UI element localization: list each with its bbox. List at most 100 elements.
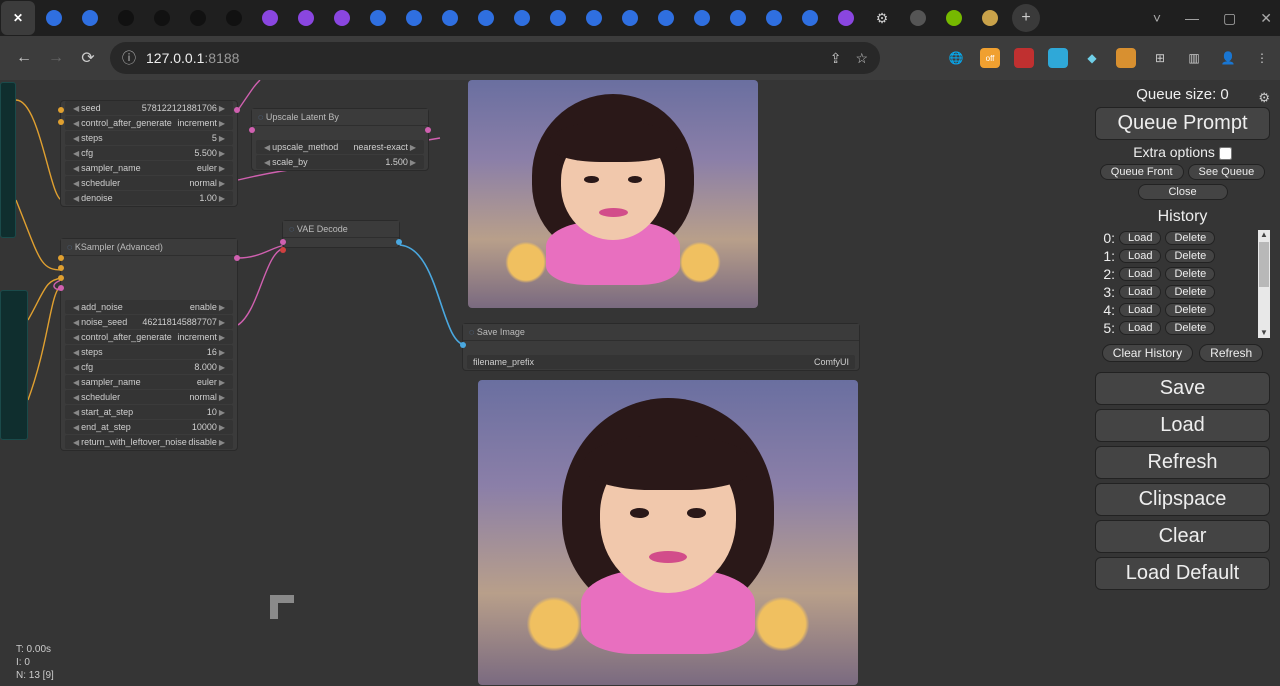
refresh-history-button[interactable]: Refresh <box>1199 344 1263 362</box>
ext-off-icon[interactable]: off <box>980 48 1000 68</box>
tab[interactable] <box>469 1 503 35</box>
history-delete-button[interactable]: Delete <box>1165 303 1215 317</box>
tab[interactable] <box>361 1 395 35</box>
history-load-button[interactable]: Load <box>1119 267 1161 281</box>
tab[interactable] <box>649 1 683 35</box>
right-arrow-icon[interactable]: ▶ <box>217 194 227 203</box>
load-button[interactable]: Load <box>1095 409 1270 442</box>
tab[interactable] <box>973 1 1007 35</box>
ext-red-icon[interactable] <box>1014 48 1034 68</box>
address-bar[interactable]: ⓘ 127.0.0.1:8188 ⇪ ☆ <box>110 42 880 74</box>
port-in[interactable] <box>58 285 64 291</box>
refresh-button[interactable]: Refresh <box>1095 446 1270 479</box>
left-arrow-icon[interactable]: ◀ <box>71 363 81 372</box>
port-in[interactable] <box>280 247 286 253</box>
scroll-up-icon[interactable]: ▲ <box>1260 230 1268 240</box>
left-arrow-icon[interactable]: ◀ <box>71 393 81 402</box>
param-row[interactable]: ◀schedulernormal▶ <box>65 390 233 404</box>
scroll-down-icon[interactable]: ▼ <box>1260 328 1268 338</box>
param-row[interactable]: ◀seed578122121881706▶ <box>65 101 233 115</box>
prompt-panel[interactable] <box>0 82 16 238</box>
right-arrow-icon[interactable]: ▶ <box>217 378 227 387</box>
left-arrow-icon[interactable]: ◀ <box>71 149 81 158</box>
param-row[interactable]: ◀start_at_step10▶ <box>65 405 233 419</box>
node-upscale-latent-by[interactable]: ◌ Upscale Latent By ◀upscale_methodneare… <box>251 108 429 171</box>
right-arrow-icon[interactable]: ▶ <box>217 408 227 417</box>
right-arrow-icon[interactable]: ▶ <box>217 164 227 173</box>
param-row[interactable]: ◀add_noiseenable▶ <box>65 300 233 314</box>
tab[interactable] <box>289 1 323 35</box>
port-out[interactable] <box>234 255 240 261</box>
queue-front-button[interactable]: Queue Front <box>1100 164 1184 180</box>
queue-prompt-button[interactable]: Queue Prompt <box>1095 107 1270 140</box>
tab[interactable] <box>613 1 647 35</box>
param-row[interactable]: ◀noise_seed462118145887707▶ <box>65 315 233 329</box>
right-arrow-icon[interactable]: ▶ <box>217 104 227 113</box>
left-arrow-icon[interactable]: ◀ <box>71 333 81 342</box>
port-in[interactable] <box>58 107 64 113</box>
port-in[interactable] <box>58 275 64 281</box>
node-vae-decode[interactable]: ◌ VAE Decode <box>282 220 400 248</box>
tab[interactable] <box>37 1 71 35</box>
tab[interactable] <box>397 1 431 35</box>
ext-globe-icon[interactable]: 🌐 <box>946 48 966 68</box>
left-arrow-icon[interactable]: ◀ <box>71 179 81 188</box>
history-load-button[interactable]: Load <box>1119 321 1161 335</box>
tab[interactable] <box>505 1 539 35</box>
close-button[interactable]: Close <box>1138 184 1228 200</box>
node-preview-image[interactable] <box>468 80 758 308</box>
right-arrow-icon[interactable]: ▶ <box>217 134 227 143</box>
new-tab-button[interactable]: + <box>1012 4 1040 32</box>
left-arrow-icon[interactable]: ◀ <box>71 303 81 312</box>
window-minimize-icon[interactable]: — <box>1185 10 1199 26</box>
profile-icon[interactable]: 👤 <box>1218 48 1238 68</box>
site-info-icon[interactable]: ⓘ <box>122 48 136 68</box>
clear-history-button[interactable]: Clear History <box>1102 344 1193 362</box>
left-arrow-icon[interactable]: ◀ <box>71 378 81 387</box>
generated-image-large[interactable] <box>478 380 858 685</box>
left-arrow-icon[interactable]: ◀ <box>71 134 81 143</box>
history-delete-button[interactable]: Delete <box>1165 267 1215 281</box>
right-arrow-icon[interactable]: ▶ <box>217 363 227 372</box>
tab[interactable] <box>829 1 863 35</box>
left-arrow-icon[interactable]: ◀ <box>71 164 81 173</box>
tab[interactable] <box>217 1 251 35</box>
left-arrow-icon[interactable]: ◀ <box>71 119 81 128</box>
right-arrow-icon[interactable]: ▶ <box>217 423 227 432</box>
reload-button[interactable]: ⟳ <box>72 42 104 74</box>
right-arrow-icon[interactable]: ▶ <box>217 438 227 447</box>
param-row[interactable]: ◀return_with_leftover_noisedisable▶ <box>65 435 233 449</box>
port-in[interactable] <box>280 239 286 245</box>
ext-y-icon[interactable] <box>1116 48 1136 68</box>
ext-gem-icon[interactable]: ◆ <box>1082 48 1102 68</box>
left-arrow-icon[interactable]: ◀ <box>71 408 81 417</box>
clipspace-button[interactable]: Clipspace <box>1095 483 1270 516</box>
tab[interactable] <box>181 1 215 35</box>
port-in[interactable] <box>460 342 466 348</box>
port-in[interactable] <box>58 255 64 261</box>
extra-options-checkbox[interactable] <box>1219 147 1232 160</box>
history-load-button[interactable]: Load <box>1119 303 1161 317</box>
sidepanel-icon[interactable]: ▥ <box>1184 48 1204 68</box>
extensions-icon[interactable]: ⊞ <box>1150 48 1170 68</box>
tab[interactable] <box>253 1 287 35</box>
settings-icon[interactable]: ⚙ <box>1258 90 1270 106</box>
resize-handle-icon[interactable] <box>270 595 294 619</box>
right-arrow-icon[interactable]: ▶ <box>217 179 227 188</box>
prompt-panel[interactable] <box>0 290 28 440</box>
right-arrow-icon[interactable]: ▶ <box>408 158 418 167</box>
bookmark-icon[interactable]: ☆ <box>855 50 868 67</box>
history-delete-button[interactable]: Delete <box>1165 249 1215 263</box>
left-arrow-icon[interactable]: ◀ <box>71 194 81 203</box>
right-arrow-icon[interactable]: ▶ <box>217 348 227 357</box>
param-row[interactable]: ◀scale_by1.500▶ <box>256 155 424 169</box>
param-row[interactable]: ◀upscale_methodnearest-exact▶ <box>256 140 424 154</box>
param-row[interactable]: ◀cfg5.500▶ <box>65 146 233 160</box>
tab[interactable] <box>937 1 971 35</box>
param-row[interactable]: ◀end_at_step10000▶ <box>65 420 233 434</box>
tab[interactable] <box>793 1 827 35</box>
right-arrow-icon[interactable]: ▶ <box>217 393 227 402</box>
right-arrow-icon[interactable]: ▶ <box>217 303 227 312</box>
param-row[interactable]: ◀cfg8.000▶ <box>65 360 233 374</box>
param-row[interactable]: ◀sampler_nameeuler▶ <box>65 375 233 389</box>
